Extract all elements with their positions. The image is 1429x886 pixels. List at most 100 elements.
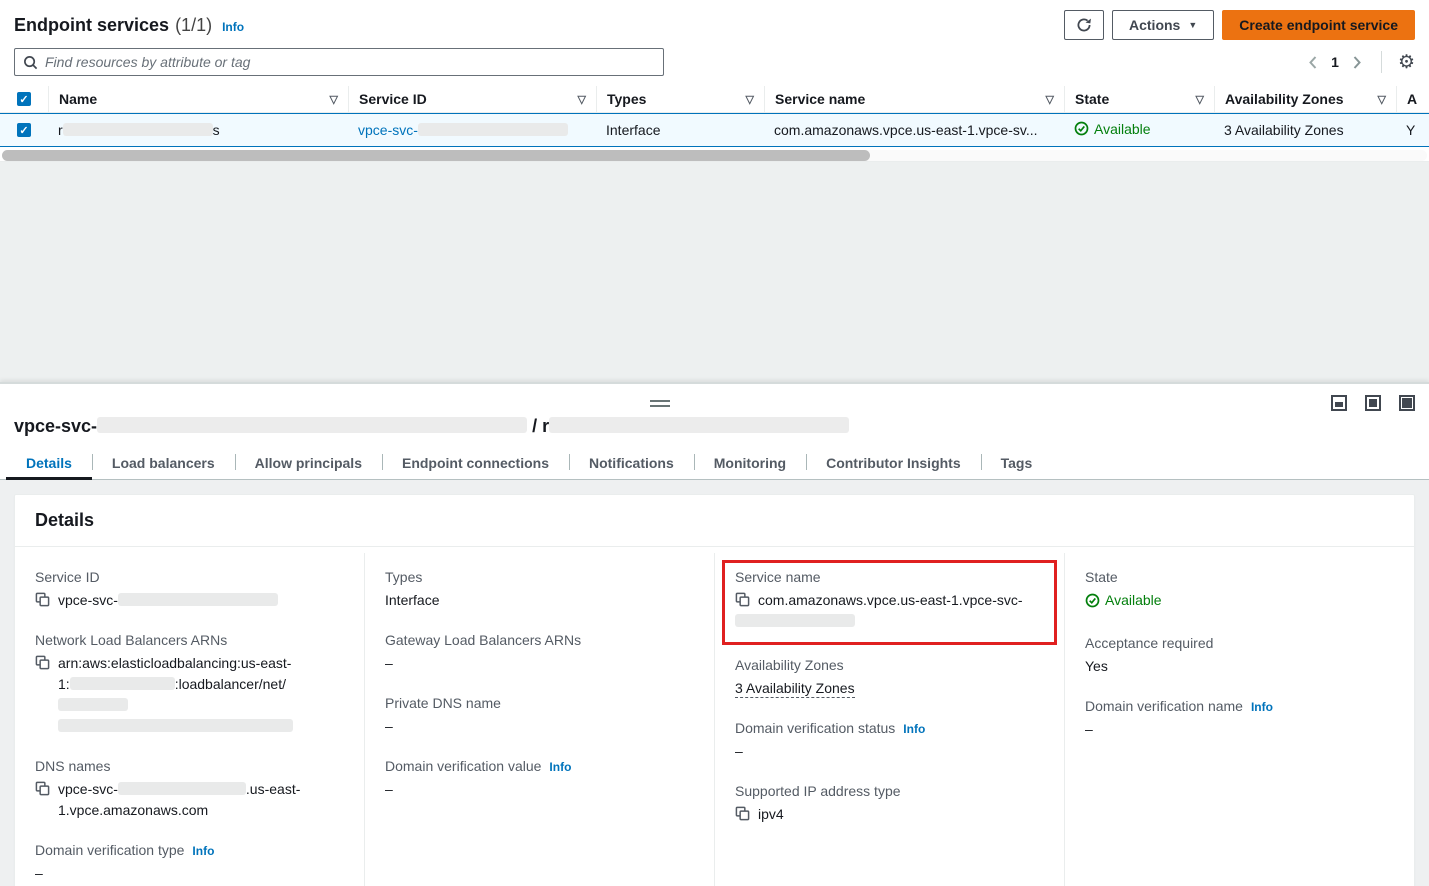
search-box[interactable] <box>14 48 664 76</box>
sort-icon[interactable]: ▽ <box>1378 93 1386 106</box>
info-link[interactable]: Info <box>549 760 571 774</box>
current-page-number[interactable]: 1 <box>1331 54 1339 70</box>
field-label: Private DNS name <box>385 695 694 711</box>
cell-service-id: vpce-svc- <box>348 122 596 138</box>
details-card-heading: Details <box>15 495 1414 547</box>
cell-availability-zones: 3 Availability Zones <box>1214 122 1396 138</box>
sort-icon[interactable]: ▽ <box>1196 93 1204 106</box>
tab-load-balancers[interactable]: Load balancers <box>92 447 235 479</box>
copy-icon[interactable] <box>35 592 50 607</box>
column-label: Service name <box>775 91 865 107</box>
info-link[interactable]: Info <box>222 20 244 34</box>
sort-icon[interactable]: ▽ <box>578 93 586 106</box>
field-glb-arns: Gateway Load Balancers ARNs – <box>385 632 694 674</box>
redacted-text <box>549 417 849 433</box>
refresh-icon <box>1076 17 1092 33</box>
previous-page-button[interactable] <box>1305 54 1321 71</box>
column-header-service-name[interactable]: Service name ▽ <box>764 86 1064 112</box>
redacted-text <box>58 719 293 732</box>
field-label: Types <box>385 569 694 585</box>
copy-icon[interactable] <box>35 655 50 670</box>
scrollbar-thumb[interactable] <box>2 150 870 161</box>
field-domain-verification-value: Domain verification valueInfo – <box>385 758 694 800</box>
panel-size-small-button[interactable] <box>1331 395 1347 411</box>
panel-content: Details Service ID vpce-svc- N <box>0 480 1429 886</box>
tab-notifications[interactable]: Notifications <box>569 447 694 479</box>
tab-endpoint-connections[interactable]: Endpoint connections <box>382 447 569 479</box>
tab-monitoring[interactable]: Monitoring <box>694 447 806 479</box>
info-link[interactable]: Info <box>192 844 214 858</box>
panel-size-medium-button[interactable] <box>1365 395 1381 411</box>
cell-name: rs <box>48 122 348 138</box>
settings-gear-icon[interactable]: ⚙ <box>1398 53 1415 72</box>
sort-icon[interactable]: ▽ <box>1046 93 1054 106</box>
column-header-state[interactable]: State ▽ <box>1064 86 1214 112</box>
service-name-value: com.amazonaws.vpce.us-east-1.vpce-svc- <box>758 590 1023 632</box>
field-domain-verification-name: Domain verification nameInfo – <box>1085 698 1394 740</box>
red-annotation-box: Service name com.amazonaws.vpce.us-east-… <box>722 560 1057 645</box>
dns-name-value: vpce-svc-.us-east-1.vpce.amazonaws.com <box>58 779 344 821</box>
horizontal-scrollbar[interactable] <box>2 150 1427 161</box>
panel-size-controls <box>1331 395 1415 411</box>
status-available: Available <box>1085 590 1162 611</box>
availability-zones-popover[interactable]: 3 Availability Zones <box>1224 122 1344 138</box>
sort-icon[interactable]: ▽ <box>746 93 754 106</box>
field-service-name: Service name com.amazonaws.vpce.us-east-… <box>735 569 1044 632</box>
column-header-availability-zones[interactable]: Availability Zones ▽ <box>1214 86 1396 112</box>
cell-state: Available <box>1064 121 1214 140</box>
sort-icon[interactable]: ▽ <box>330 93 338 106</box>
column-label: State <box>1075 91 1109 107</box>
panel-size-large-button[interactable] <box>1399 395 1415 411</box>
field-acceptance-required: Acceptance required Yes <box>1085 635 1394 677</box>
check-circle-icon <box>1085 593 1100 608</box>
actions-button[interactable]: Actions ▼ <box>1112 10 1214 40</box>
redacted-text <box>118 593 278 606</box>
column-header-service-id[interactable]: Service ID ▽ <box>348 86 596 112</box>
caret-down-icon: ▼ <box>1188 20 1197 30</box>
tab-details[interactable]: Details <box>6 447 92 479</box>
field-label: Availability Zones <box>735 657 1044 673</box>
column-label: Types <box>607 91 646 107</box>
tab-tags[interactable]: Tags <box>981 447 1053 479</box>
refresh-button[interactable] <box>1064 10 1104 40</box>
cell-service-name: com.amazonaws.vpce.us-east-1.vpce-sv... <box>764 122 1064 138</box>
column-header-types[interactable]: Types ▽ <box>596 86 764 112</box>
info-link[interactable]: Info <box>903 722 925 736</box>
copy-icon[interactable] <box>35 781 50 796</box>
pagination: 1 ⚙ <box>1305 51 1415 73</box>
column-header-name[interactable]: Name ▽ <box>48 86 348 112</box>
name-text: r <box>58 122 63 138</box>
tab-contributor-insights[interactable]: Contributor Insights <box>806 447 981 479</box>
field-label: State <box>1085 569 1394 585</box>
tab-allow-principals[interactable]: Allow principals <box>235 447 382 479</box>
info-link[interactable]: Info <box>1251 700 1273 714</box>
field-value: – <box>385 653 694 674</box>
cell-acceptance: Y <box>1396 122 1429 138</box>
field-domain-verification-status: Domain verification statusInfo – <box>735 720 1044 762</box>
field-label: Service name <box>735 569 1044 585</box>
field-value: – <box>385 716 694 737</box>
next-page-button[interactable] <box>1349 54 1365 71</box>
column-label: Service ID <box>359 91 427 107</box>
details-card: Details Service ID vpce-svc- N <box>14 494 1415 886</box>
availability-zones-popover[interactable]: 3 Availability Zones <box>735 680 855 698</box>
field-label: Domain verification typeInfo <box>35 842 344 858</box>
service-id-link[interactable]: vpce-svc- <box>358 122 568 138</box>
copy-icon[interactable] <box>735 806 750 821</box>
table-row[interactable]: ✓ rs vpce-svc- Interface com.amazonaws.v… <box>0 113 1429 147</box>
copy-icon[interactable] <box>735 592 750 607</box>
panel-drag-handle[interactable] <box>650 400 670 407</box>
panel-title-name: r <box>542 416 549 436</box>
cell-types: Interface <box>596 122 764 138</box>
redacted-text <box>97 417 527 433</box>
page-title: Endpoint services <box>14 15 169 36</box>
field-dns-names: DNS names vpce-svc-.us-east-1.vpce.amazo… <box>35 758 344 821</box>
create-endpoint-service-button[interactable]: Create endpoint service <box>1222 10 1415 40</box>
search-input[interactable] <box>45 54 655 70</box>
column-label: A <box>1407 91 1417 107</box>
select-all-cell: ✓ <box>0 86 48 112</box>
select-all-checkbox[interactable]: ✓ <box>17 92 31 106</box>
row-checkbox[interactable]: ✓ <box>17 123 31 137</box>
column-header-acceptance[interactable]: A <box>1396 86 1429 112</box>
field-label: DNS names <box>35 758 344 774</box>
